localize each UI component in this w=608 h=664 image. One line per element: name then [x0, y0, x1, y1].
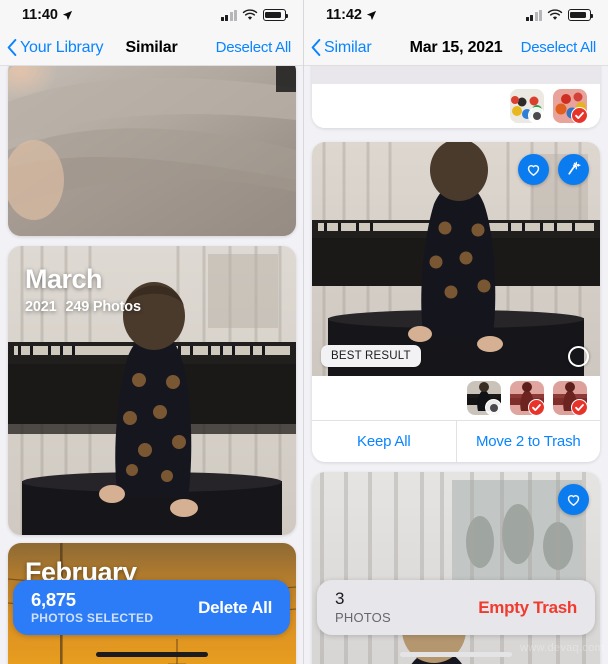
duplicate-group-piano[interactable]: BEST RESULT Keep All Move 2 to Trash	[312, 142, 600, 462]
piano-quick-actions[interactable]	[518, 154, 589, 185]
chevron-left-icon	[311, 39, 321, 56]
march-count: 249 Photos	[65, 299, 141, 315]
selection-ring-toggle[interactable]	[568, 346, 589, 367]
move-to-trash-button[interactable]: Move 2 to Trash	[455, 421, 601, 462]
magic-wand-icon	[568, 161, 581, 175]
selection-action-bar[interactable]: 6,875 PHOTOS SELECTED Delete All	[13, 580, 290, 635]
duplicate-group-list[interactable]: Keep All Move 1 to Trash	[304, 66, 608, 664]
favorite-button[interactable]	[518, 154, 549, 185]
nav-bar: Similar Mar 15, 2021 Deselect All	[304, 30, 608, 66]
trash-summary: 3 PHOTOS	[335, 590, 391, 625]
delete-all-button[interactable]: Delete All	[198, 598, 272, 618]
left-screen: 11:40 Your Library Similar Deselect All …	[0, 0, 304, 664]
piano-hero: BEST RESULT	[312, 142, 600, 376]
thumbnail-item[interactable]	[553, 381, 587, 415]
status-bar: 11:42	[304, 0, 608, 30]
keep-all-button[interactable]: Keep All	[312, 421, 456, 462]
heart-icon	[567, 495, 580, 506]
window-hero	[312, 472, 600, 664]
checkmark-icon[interactable]	[571, 399, 587, 415]
month-card-towel[interactable]	[8, 66, 296, 236]
trash-action-bar[interactable]: 3 PHOTOS Empty Trash	[317, 580, 595, 635]
home-indicator	[95, 652, 208, 657]
thumbnail-item[interactable]	[510, 89, 544, 123]
best-result-badge: BEST RESULT	[321, 345, 421, 367]
status-bar: 11:40	[0, 0, 303, 30]
march-year: 2021	[25, 299, 57, 315]
battery-icon	[568, 9, 594, 21]
piano-thumbnail-strip[interactable]	[312, 376, 600, 420]
window-quick-actions[interactable]	[558, 484, 589, 515]
heart-icon	[527, 165, 540, 176]
watermark: www.devaq.com	[520, 642, 604, 654]
wifi-icon	[242, 9, 258, 20]
favorite-button[interactable]	[558, 484, 589, 515]
battery-icon	[263, 9, 289, 21]
back-button-label: Similar	[324, 38, 372, 56]
deselect-all-button[interactable]: Deselect All	[216, 39, 292, 56]
month-list[interactable]: March 2021 249 Photos February 6,875 PHO…	[0, 66, 303, 664]
status-indicators	[525, 9, 594, 21]
home-indicator	[400, 652, 512, 657]
status-time-text: 11:42	[326, 7, 362, 23]
duplicate-group-window[interactable]	[312, 472, 600, 664]
cellular-bars-icon	[525, 9, 542, 21]
trash-count: 3	[335, 589, 345, 609]
duplicate-group-candy[interactable]: Keep All Move 1 to Trash	[312, 66, 600, 128]
location-arrow-icon	[366, 10, 376, 20]
empty-trash-button[interactable]: Empty Trash	[478, 598, 577, 618]
chevron-left-icon	[7, 39, 17, 56]
location-arrow-icon	[62, 10, 72, 20]
piano-actions[interactable]: Keep All Move 2 to Trash	[312, 420, 600, 462]
thumbnail-item[interactable]	[467, 381, 501, 415]
window-photo-image	[312, 472, 600, 664]
cellular-bars-icon	[220, 9, 237, 21]
candy-hero	[312, 66, 600, 84]
deselect-all-button[interactable]: Deselect All	[521, 39, 597, 56]
month-card-march[interactable]: March 2021 249 Photos	[8, 246, 296, 535]
march-month: March	[25, 264, 103, 294]
status-time: 11:42	[326, 7, 377, 23]
status-time-text: 11:40	[22, 7, 58, 23]
back-button-label: Your Library	[20, 38, 104, 56]
unselected-dot-icon[interactable]	[528, 107, 544, 123]
status-time: 11:40	[22, 7, 73, 23]
checkmark-icon[interactable]	[528, 399, 544, 415]
thumbnail-item[interactable]	[510, 381, 544, 415]
nav-bar: Your Library Similar Deselect All	[0, 30, 303, 66]
unselected-dot-icon[interactable]	[485, 399, 501, 415]
selection-summary: 6,875 PHOTOS SELECTED	[31, 588, 154, 626]
wifi-icon	[547, 9, 563, 20]
candy-thumbnail-strip[interactable]	[312, 84, 600, 128]
status-indicators	[220, 9, 289, 21]
march-meta: 2021 249 Photos	[25, 299, 141, 315]
enhance-button[interactable]	[558, 154, 589, 185]
selected-label: PHOTOS SELECTED	[31, 611, 154, 626]
trash-label: PHOTOS	[335, 609, 391, 625]
selected-count: 6,875	[31, 588, 76, 610]
thumbnail-item[interactable]	[553, 89, 587, 123]
back-button[interactable]: Your Library	[7, 39, 103, 57]
back-button[interactable]: Similar	[311, 39, 372, 57]
checkmark-icon[interactable]	[571, 107, 587, 123]
right-screen: 11:42 Similar Mar 15, 2021 Deselect All …	[304, 0, 608, 664]
march-label: March 2021 249 Photos	[25, 264, 141, 316]
towel-photo-image	[8, 66, 296, 236]
dual-screenshot: 11:40 Your Library Similar Deselect All …	[0, 0, 608, 664]
